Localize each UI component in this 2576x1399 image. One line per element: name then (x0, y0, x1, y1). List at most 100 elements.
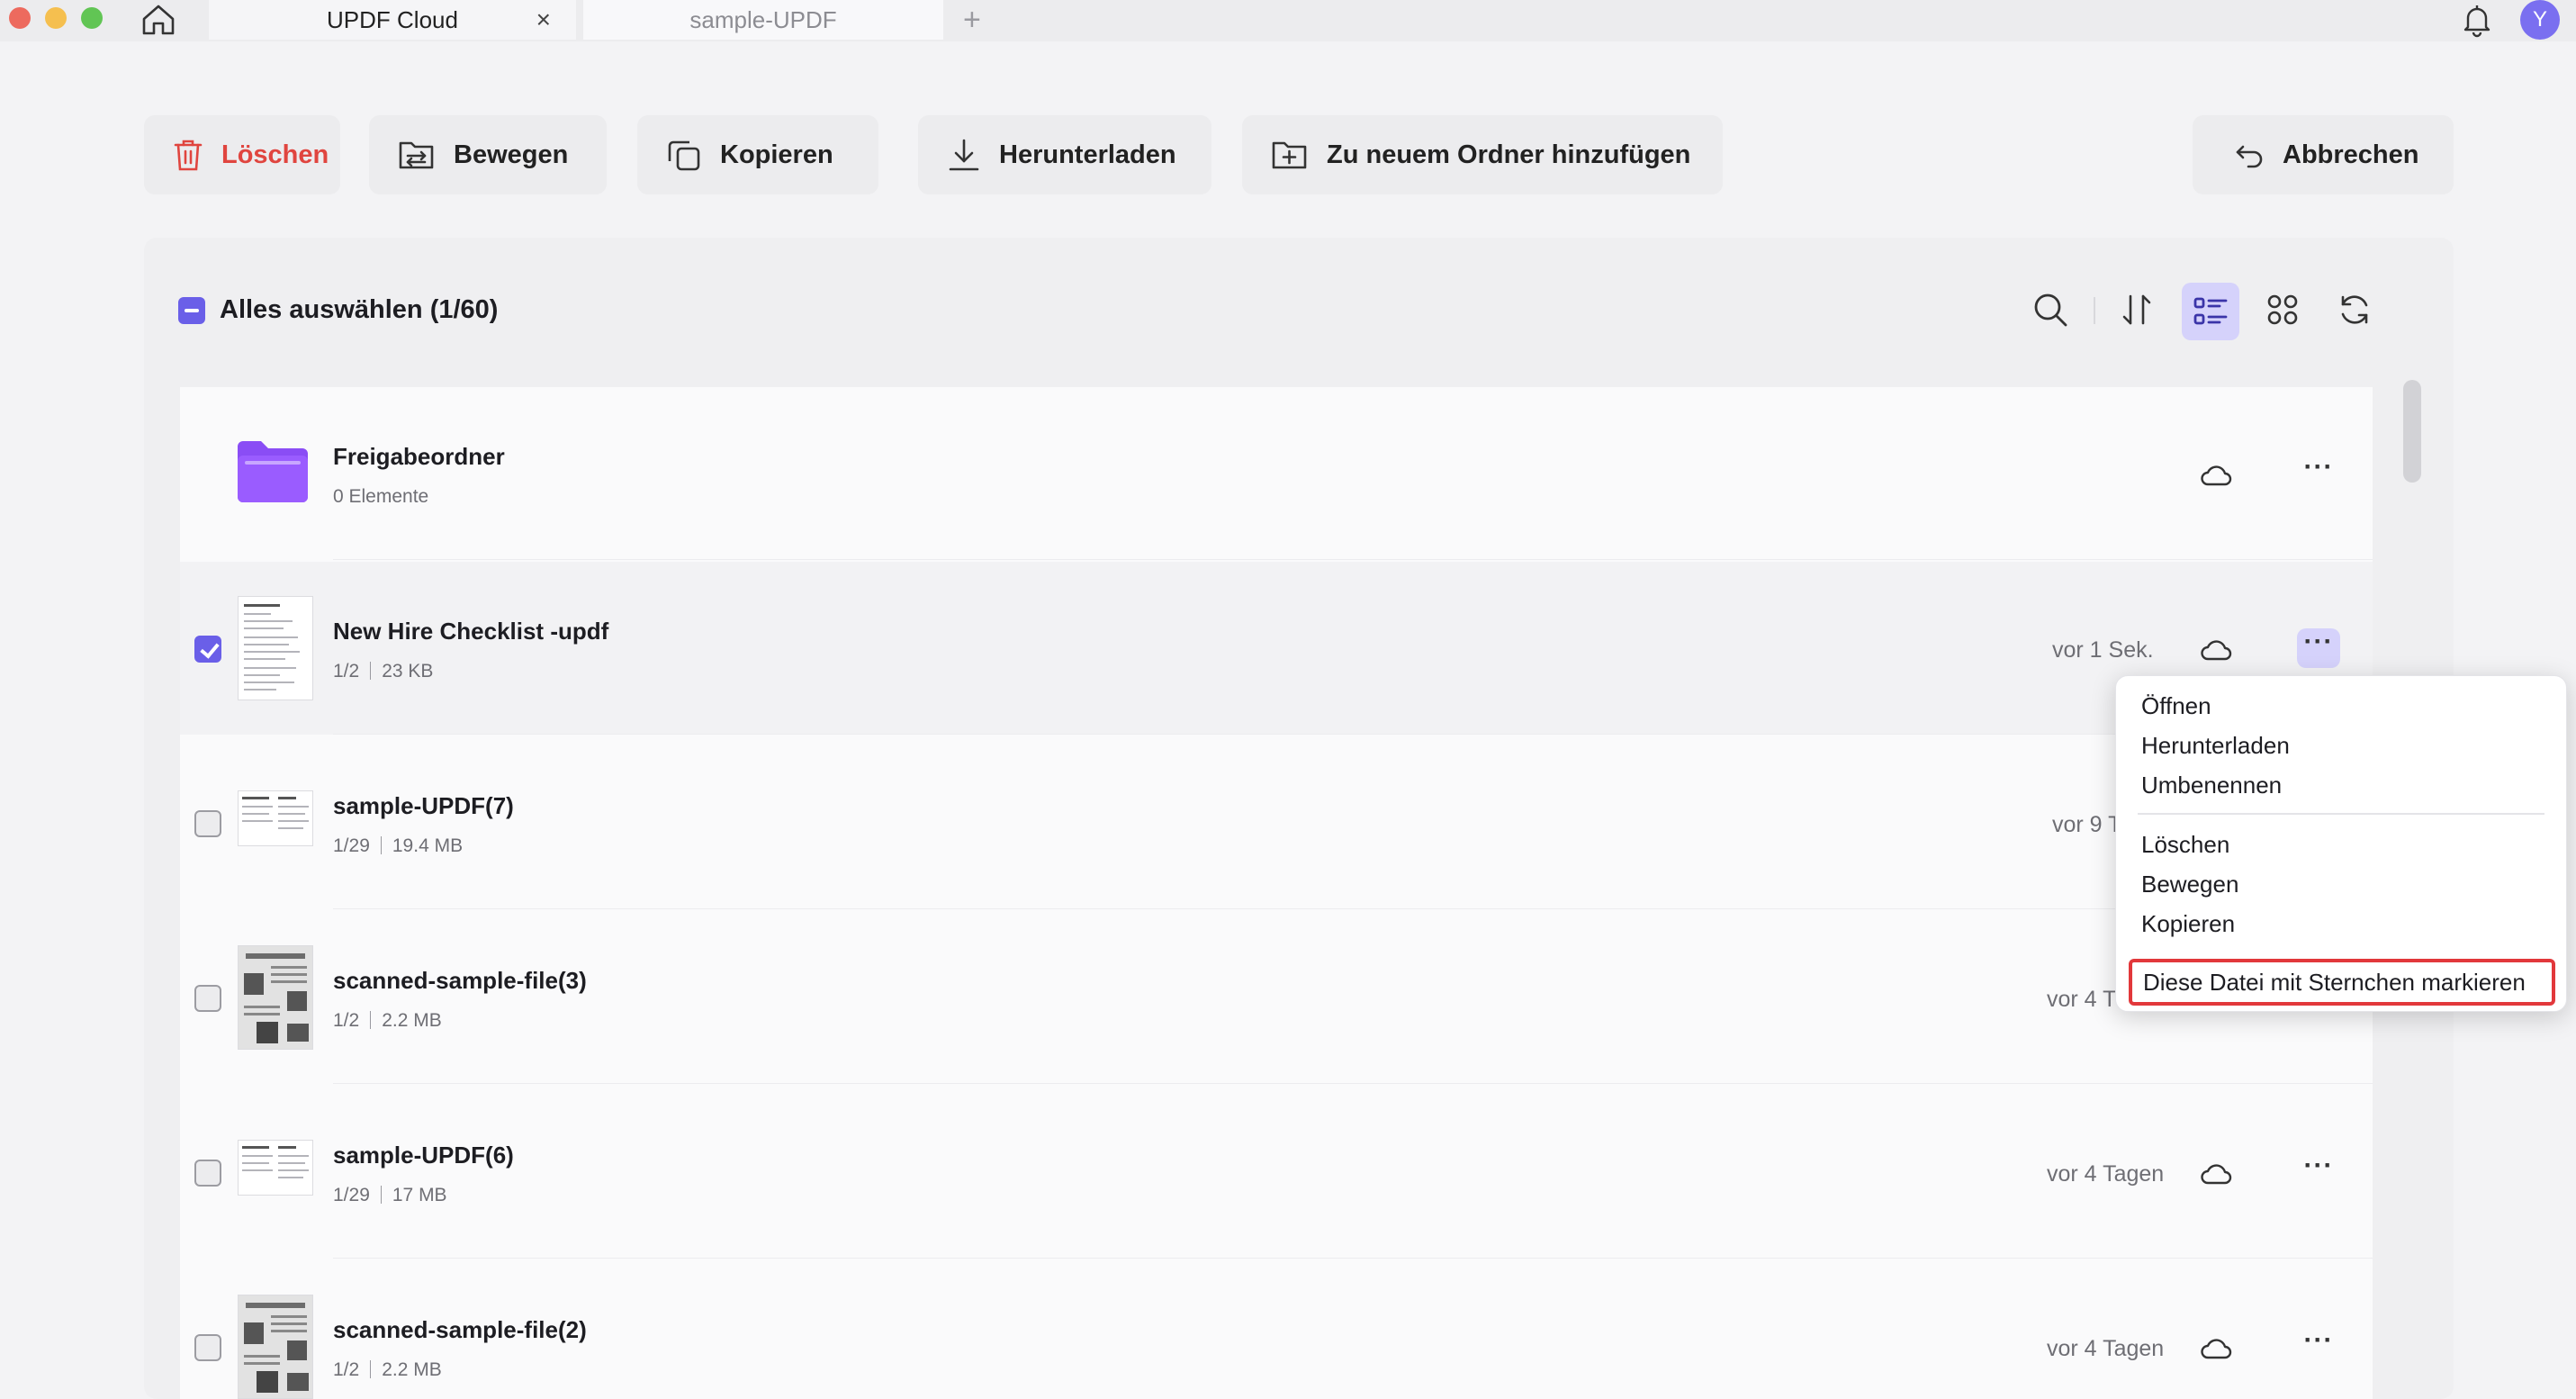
more-options-button[interactable]: ··· (2297, 628, 2340, 668)
menu-item-open[interactable]: Öffnen (2141, 692, 2211, 720)
file-modified-time: vor 4 Tagen (2047, 1161, 2165, 1187)
download-button[interactable]: Herunterladen (918, 115, 1211, 194)
tab-sample-updf[interactable]: sample-UPDF (583, 0, 943, 40)
more-options-button[interactable]: ··· (2297, 1152, 2340, 1192)
list-item-file[interactable]: sample-UPDF(7) 1/29 19.4 MB vor 9 T (180, 736, 2373, 909)
more-dots-icon: ··· (2303, 627, 2334, 656)
cloud-icon[interactable] (2200, 1334, 2232, 1361)
menu-item-copy[interactable]: Kopieren (2141, 910, 2235, 938)
cloud-icon[interactable] (2200, 1160, 2232, 1187)
meta-divider (370, 1360, 372, 1378)
file-pages: 1/29 (333, 835, 370, 856)
download-icon (949, 139, 979, 171)
file-pages: 1/2 (333, 661, 360, 681)
cloud-icon[interactable] (2200, 636, 2232, 663)
window-zoom-button[interactable] (81, 7, 103, 29)
file-name: sample-UPDF(7) (333, 792, 514, 819)
row-checkbox[interactable] (194, 1334, 221, 1361)
list-item-file[interactable]: sample-UPDF(6) 1/29 17 MB vor 4 Tagen ··· (180, 1086, 2373, 1259)
file-size: 17 MB (392, 1185, 447, 1205)
move-label: Bewegen (454, 140, 569, 169)
list-item-file[interactable]: scanned-sample-file(3) 1/2 2.2 MB vor 4 T (180, 911, 2373, 1084)
add-to-new-folder-button[interactable]: Zu neuem Ordner hinzufügen (1242, 115, 1723, 194)
move-folder-icon (399, 141, 434, 169)
file-name: sample-UPDF(6) (333, 1142, 514, 1169)
file-modified-time: vor 4 Tagen (2047, 1336, 2165, 1361)
row-checkbox[interactable] (194, 985, 221, 1012)
menu-item-move[interactable]: Bewegen (2141, 871, 2238, 898)
file-size: 23 KB (382, 661, 434, 681)
more-dots-icon: ··· (2303, 1325, 2334, 1355)
tab-close-button[interactable]: × (536, 5, 551, 34)
menu-item-delete[interactable]: Löschen (2141, 831, 2229, 859)
menu-item-star-file[interactable]: Diese Datei mit Sternchen markieren (2129, 959, 2555, 1006)
delete-label: Löschen (221, 140, 329, 169)
search-button[interactable] (2029, 288, 2072, 331)
file-context-menu: Öffnen Herunterladen Umbenennen Löschen … (2115, 675, 2567, 1012)
download-label: Herunterladen (999, 140, 1176, 169)
window-close-button[interactable] (9, 7, 31, 29)
bell-icon[interactable] (2459, 2, 2495, 38)
undo-arrow-icon (2236, 145, 2263, 168)
list-item-file[interactable]: New Hire Checklist -updf 1/2 23 KB vor 1 … (180, 562, 2373, 735)
tab-updf-cloud[interactable]: UPDF Cloud × (209, 0, 576, 40)
cancel-button[interactable]: Abbrechen (2193, 115, 2454, 194)
home-icon (142, 5, 175, 35)
file-meta: 1/2 23 KB (333, 661, 433, 682)
file-modified-time: vor 1 Sek. (2052, 637, 2154, 663)
row-divider (333, 734, 2373, 735)
file-thumbnail (238, 1140, 313, 1196)
delete-button[interactable]: Löschen (144, 115, 340, 194)
file-thumbnail (238, 1295, 313, 1399)
menu-item-rename[interactable]: Umbenennen (2141, 772, 2282, 799)
list-item-file[interactable]: scanned-sample-file(2) 1/2 2.2 MB vor 4 T… (180, 1260, 2373, 1399)
meta-divider (380, 836, 382, 854)
file-meta: 1/2 2.2 MB (333, 1359, 442, 1381)
file-thumbnail (238, 945, 313, 1050)
list-scrollbar[interactable] (2403, 380, 2421, 483)
indeterminate-checkbox-icon (178, 296, 205, 324)
new-tab-button[interactable]: + (963, 0, 981, 40)
row-checkbox[interactable] (194, 1160, 221, 1187)
row-divider (333, 1083, 2373, 1084)
refresh-button[interactable] (2333, 288, 2376, 331)
file-name: scanned-sample-file(2) (333, 1316, 587, 1343)
meta-divider (370, 1011, 372, 1029)
title-bar: UPDF Cloud × sample-UPDF + Y (0, 0, 2576, 41)
row-divider (333, 1258, 2373, 1259)
folder-add-icon (1272, 141, 1307, 169)
trash-icon (174, 140, 203, 171)
file-name: scanned-sample-file(3) (333, 967, 587, 994)
move-button[interactable]: Bewegen (369, 115, 607, 194)
menu-item-download[interactable]: Herunterladen (2141, 732, 2290, 760)
select-all-checkbox[interactable]: Alles auswählen (1/60) (178, 295, 498, 325)
row-checkbox[interactable] (194, 810, 221, 837)
cloud-icon[interactable] (2200, 461, 2232, 488)
row-checkbox[interactable] (194, 636, 221, 663)
more-dots-icon: ··· (2303, 1151, 2334, 1180)
more-options-button[interactable]: ··· (2297, 454, 2340, 493)
search-icon (2034, 293, 2067, 327)
home-button[interactable] (137, 0, 180, 40)
grid-view-icon (2267, 294, 2298, 325)
file-meta: 1/29 19.4 MB (333, 835, 463, 857)
sort-icon (2122, 294, 2151, 325)
copy-button[interactable]: Kopieren (637, 115, 878, 194)
list-item-folder[interactable]: Freigabeordner 0 Elemente ··· (180, 387, 2373, 560)
file-modified-time: vor 9 T (2052, 812, 2122, 837)
menu-divider (2138, 813, 2544, 815)
file-pages: 1/29 (333, 1185, 370, 1205)
window-minimize-button[interactable] (45, 7, 67, 29)
cancel-label: Abbrechen (2283, 140, 2419, 169)
avatar[interactable]: Y (2520, 0, 2560, 40)
toolbar-divider (2094, 297, 2095, 324)
copy-icon (668, 140, 700, 171)
file-thumbnail (238, 596, 313, 700)
sort-button[interactable] (2115, 288, 2158, 331)
grid-view-button[interactable] (2261, 288, 2304, 331)
more-options-button[interactable]: ··· (2297, 1327, 2340, 1367)
list-view-icon (2193, 297, 2228, 325)
list-view-button[interactable] (2182, 283, 2239, 340)
more-dots-icon: ··· (2303, 452, 2334, 482)
meta-divider (370, 662, 372, 680)
